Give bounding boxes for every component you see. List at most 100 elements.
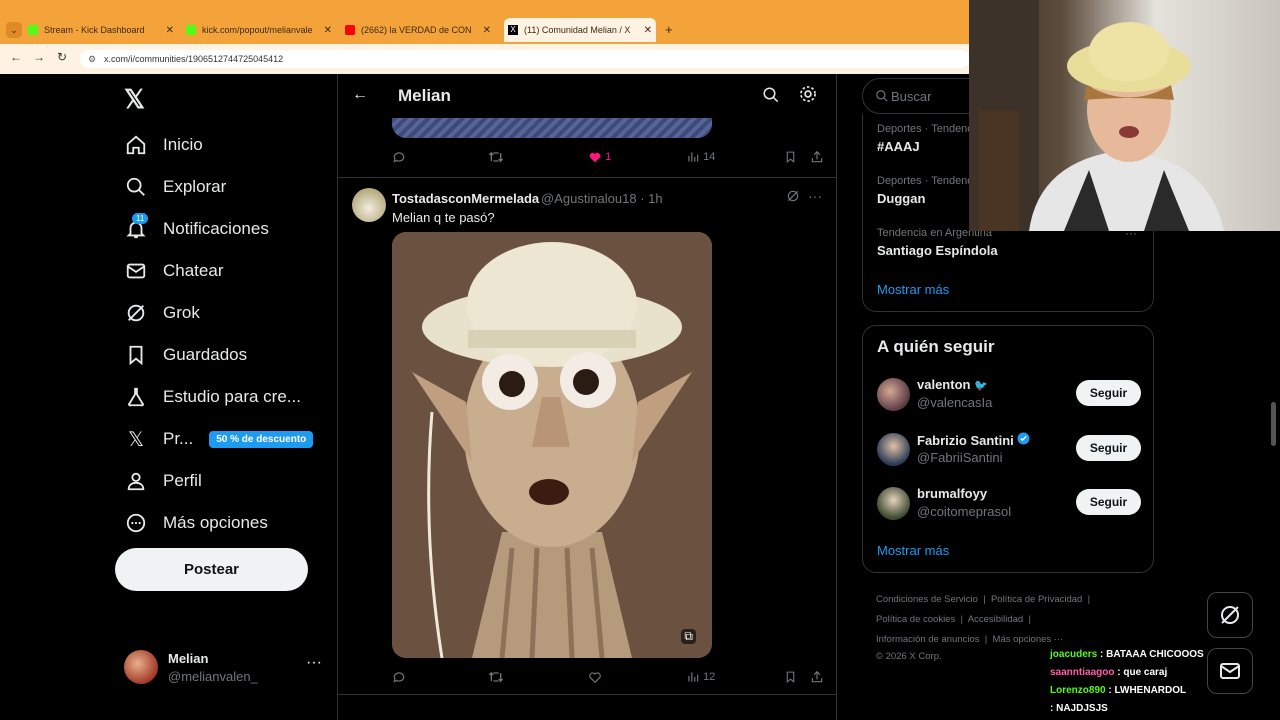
sidebar-item-premium[interactable]: 𝕏 Pr... 50 % de descuento [124, 418, 314, 460]
previous-post-actions: 1 14 [392, 150, 824, 170]
chat-user: Lorenzo890 [1050, 685, 1106, 696]
scrollbar[interactable] [1271, 402, 1276, 446]
heart-icon[interactable] [588, 670, 602, 684]
tab-kick-dashboard[interactable]: Stream - Kick Dashboard ✕ [28, 18, 178, 42]
x-logo-icon[interactable]: 𝕏 [124, 84, 145, 115]
footer-link[interactable]: Política de cookies [876, 614, 955, 625]
follow-suggestion[interactable]: valenton 🐦 @valencasIa Seguir [877, 376, 1147, 416]
follow-button[interactable]: Seguir [1076, 380, 1141, 406]
sidebar-item-explore[interactable]: Explorar [124, 166, 313, 208]
image-edit-icon[interactable]: ⧉ [681, 629, 696, 644]
flask-icon [124, 385, 148, 409]
more-dots-icon[interactable]: ··· [808, 188, 822, 204]
trend-item[interactable]: Tendencia en Argentina Santiago Espíndola [877, 227, 998, 258]
sidebar-item-grok[interactable]: Grok [124, 292, 313, 334]
avatar[interactable] [877, 433, 910, 466]
close-tab-icon[interactable]: ✕ [483, 25, 491, 36]
close-tab-icon[interactable]: ✕ [166, 25, 174, 36]
back-arrow-icon[interactable]: ← [10, 50, 22, 64]
reply-icon[interactable] [392, 670, 406, 684]
home-icon [124, 133, 148, 157]
tweet-author-handle[interactable]: @Agustinalou18 · 1h [541, 191, 663, 206]
chat-text: : que caraj [1117, 667, 1168, 678]
tab-label: Stream - Kick Dashboard [44, 25, 145, 35]
forward-arrow-icon[interactable]: → [33, 50, 45, 64]
back-arrow-icon[interactable]: ← [352, 86, 368, 104]
tweet-text: Melian q te pasó? [392, 210, 495, 225]
footer-link[interactable]: Condiciones de Servicio [876, 594, 978, 605]
footer-link[interactable]: Accesibilidad [968, 614, 1023, 625]
gear-icon[interactable] [798, 84, 818, 109]
avatar[interactable] [352, 188, 386, 222]
sidebar-item-bookmarks[interactable]: Guardados [124, 334, 313, 376]
follow-button[interactable]: Seguir [1076, 435, 1141, 461]
sidebar-item-more[interactable]: Más opciones [124, 502, 313, 544]
previous-post-image[interactable] [392, 118, 712, 138]
avatar[interactable] [877, 487, 910, 520]
site-info-icon[interactable]: ⚙ [88, 50, 96, 68]
bookmark-icon[interactable] [784, 670, 797, 684]
tab-kick-popout[interactable]: kick.com/popout/melianvalen/ ✕ [186, 18, 336, 42]
search-icon[interactable] [762, 86, 780, 109]
close-tab-icon[interactable]: ✕ [644, 25, 652, 36]
account-name: Melian [168, 651, 209, 666]
sidebar-item-chat[interactable]: Chatear [124, 250, 313, 292]
follow-button[interactable]: Seguir [1076, 489, 1141, 515]
share-icon[interactable] [810, 150, 824, 164]
reply-icon[interactable] [392, 150, 406, 164]
footer-link[interactable]: Información de anuncios [876, 634, 980, 645]
tab-x-community[interactable]: X (11) Comunidad Melian / X ✕ [504, 18, 656, 42]
show-more-link[interactable]: Mostrar más [877, 543, 949, 558]
views-icon [688, 152, 699, 162]
new-tab-button[interactable]: + [665, 22, 673, 37]
grok-icon[interactable] [786, 189, 800, 208]
chat-message: joacuders : BATAAA CHICOOOS [1050, 646, 1220, 664]
sidebar-item-profile[interactable]: Perfil [124, 460, 313, 502]
avatar[interactable] [877, 378, 910, 411]
sidebar-item-notifications[interactable]: 11 Notificaciones [124, 208, 313, 250]
account-switcher[interactable]: Melian @melianvalen_ ··· [124, 648, 324, 688]
like-button[interactable]: 1 [588, 150, 611, 164]
tweet-image[interactable]: ⧉ [392, 232, 712, 658]
footer-link[interactable]: Más opciones ··· [993, 634, 1064, 645]
envelope-icon [124, 259, 148, 283]
bookmark-icon [124, 343, 148, 367]
chat-text: : NAJDJSJS [1050, 703, 1108, 714]
share-icon[interactable] [810, 670, 824, 684]
sidebar-item-label: Inicio [163, 135, 203, 154]
repost-icon[interactable] [488, 670, 504, 684]
repost-icon[interactable] [488, 150, 504, 164]
stream-chat-overlay: joacuders : BATAAA CHICOOOS saanntiaagoo… [1050, 646, 1220, 718]
tweet-author-name[interactable]: TostadasconMermelada [392, 191, 539, 206]
follow-name[interactable]: valenton [917, 377, 970, 392]
footer-link[interactable]: Política de Privacidad [991, 594, 1082, 605]
sidebar-item-label: Chatear [163, 261, 224, 280]
follow-suggestion[interactable]: brumalfoyy @coitomeprasol Seguir [877, 485, 1147, 525]
url-field[interactable]: ⚙ x.com/i/communities/190651274472504541… [80, 50, 970, 68]
tab-youtube[interactable]: (2662) la VERDAD de CONVIVIR ✕ [345, 18, 495, 42]
bird-icon: 🐦 [974, 380, 988, 392]
who-to-follow-panel: A quién seguir valenton 🐦 @valencasIa Se… [862, 325, 1154, 573]
search-icon [876, 90, 888, 102]
show-more-link[interactable]: Mostrar más [877, 282, 949, 297]
reload-icon[interactable]: ↻ [57, 50, 67, 64]
follow-name[interactable]: Fabrizio Santini [917, 433, 1014, 448]
close-tab-icon[interactable]: ✕ [324, 25, 332, 36]
sidebar-item-label: Notificaciones [163, 219, 269, 238]
grok-float-button[interactable] [1207, 592, 1253, 638]
follow-suggestion[interactable]: Fabrizio Santini @FabriiSantini Seguir [877, 431, 1147, 471]
account-handle: @melianvalen_ [168, 669, 258, 684]
sidebar-item-creator-studio[interactable]: Estudio para cre... [124, 376, 313, 418]
sidebar-item-home[interactable]: Inicio [124, 124, 313, 166]
views-button[interactable]: 12 [686, 670, 715, 684]
grok-icon [1221, 606, 1239, 624]
bookmark-icon[interactable] [784, 150, 797, 164]
views-count: 12 [703, 671, 716, 683]
more-dots-icon[interactable]: ··· [306, 654, 322, 672]
post-button[interactable]: Postear [115, 548, 308, 591]
views-count: 14 [703, 151, 716, 163]
tab-search-button[interactable]: ⌄ [6, 22, 22, 38]
follow-name[interactable]: brumalfoyy [917, 486, 987, 501]
grok-icon [124, 301, 148, 325]
views-button[interactable]: 14 [686, 150, 715, 164]
